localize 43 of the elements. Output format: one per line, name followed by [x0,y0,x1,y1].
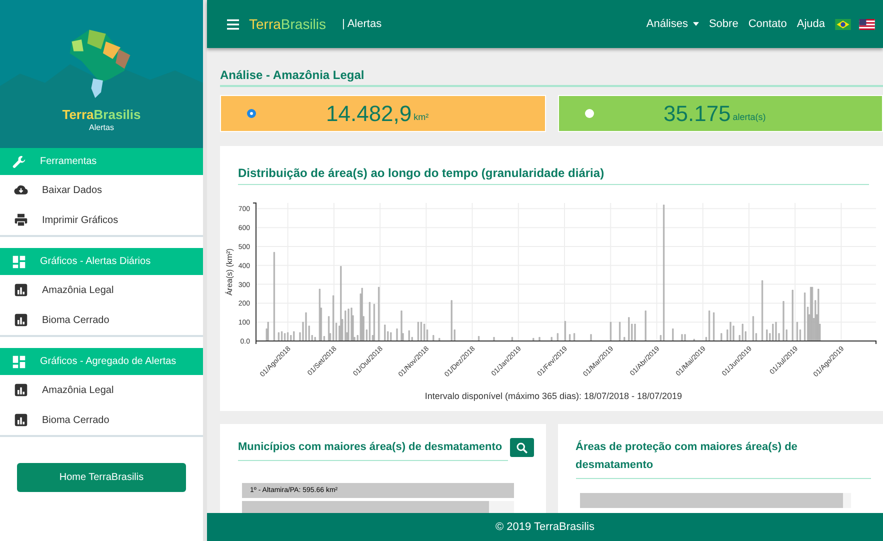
stat-value: 35.175 [664,100,731,126]
nav-link[interactable]: Ajuda [796,18,825,30]
chart-title: Distribuição de área(s) ao longo do tempo (granularidade diária) [238,166,869,185]
nav-link[interactable]: Sobre [708,18,738,30]
printer-icon [14,213,28,227]
copyright-text: © 2019 TerraBrasilis [496,521,594,533]
sidebar-item[interactable]: Bioma Cerrado [0,305,203,335]
logo-title: TerraBrasilis [62,107,141,122]
stat-unit: km² [414,112,429,122]
sidebar-item[interactable]: Bioma Cerrado [0,405,203,435]
card-title: Áreas de proteção com maiores área(s) de desmatamento [576,438,871,479]
y-axis-label: Área(s) (km²) [225,248,234,296]
radio-button[interactable] [584,109,594,118]
caret-icon[interactable] [692,22,699,26]
cloud-download-icon [14,183,28,197]
bar-chart-icon [14,413,28,427]
logo-subtitle: Alertas [89,123,114,132]
dashboard-icon [12,354,26,368]
dashboard-icon [12,254,26,268]
section-label: | Alertas [342,18,382,30]
usa-flag-icon[interactable] [859,18,875,30]
menu-icon[interactable] [227,18,239,30]
chart-caption: Intervalo disponível (máximo 365 dias): 18/07/2018 - 18/07/2019 [424,391,684,401]
bar-chart-icon [14,313,28,327]
page-title: Análise - Amazônia Legal [220,68,883,87]
sidebar-item[interactable]: Amazônia Legal [0,375,203,405]
nav-link[interactable]: Contato [748,18,787,30]
search-icon [516,442,528,454]
nav-link[interactable]: Análises [646,18,688,30]
brazil-flag-icon[interactable] [835,18,851,30]
stat-value: 14.482,9 [326,100,412,126]
search-button[interactable] [510,438,534,457]
sidebar-item[interactable]: Amazônia Legal [0,275,203,305]
radio-button[interactable] [247,109,256,118]
bar-chart-icon [14,283,28,297]
sidebar-item[interactable]: Imprimir Gráficos [0,205,203,235]
bar-chart-icon [14,383,28,397]
sidebar-item[interactable]: Baixar Dados [0,175,203,205]
stat-unit: alerta(s) [732,112,766,122]
home-button[interactable]: Home TerraBrasilis [17,463,186,492]
card-title: Municípios com maiores área(s) de desmatamento [238,438,508,461]
brand-title[interactable]: TerraBrasilis [249,16,326,32]
wrench-icon [12,154,26,168]
